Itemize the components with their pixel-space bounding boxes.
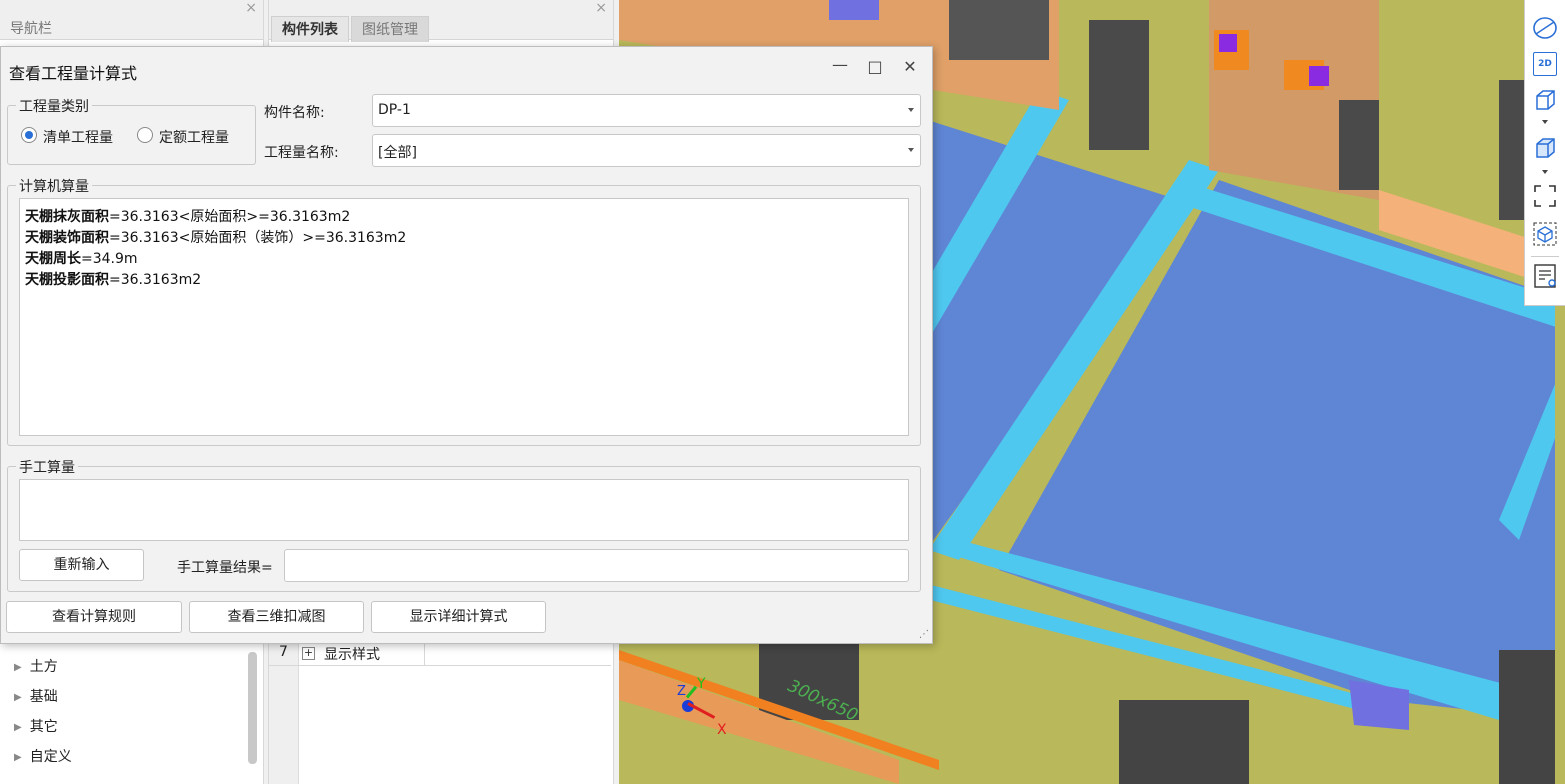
3d-box-solid-icon[interactable] xyxy=(1531,134,1559,162)
view-toolbar: 2D xyxy=(1524,0,1565,306)
property-row[interactable]: 7 + 显示样式 xyxy=(269,642,611,666)
calc-line-name: 天棚装饰面积 xyxy=(25,230,109,246)
manual-result-input[interactable] xyxy=(284,549,909,582)
manual-calc-group: 手工算量 重新输入 手工算量结果= xyxy=(7,457,921,592)
expand-plus-icon[interactable]: + xyxy=(302,647,315,660)
tab-component-list[interactable]: 构件列表 xyxy=(271,16,349,42)
calc-line-formula: =36.3163<原始面积（装饰）>=36.3163m2 xyxy=(109,230,407,246)
computer-calc-legend: 计算机算量 xyxy=(16,176,92,196)
nav-item-earthwork[interactable]: ▶ 土方 xyxy=(14,656,58,676)
fit-selection-icon[interactable] xyxy=(1531,220,1559,248)
calc-line-formula: =34.9m xyxy=(81,251,138,267)
manual-calc-legend: 手工算量 xyxy=(16,457,78,477)
manual-calc-input[interactable] xyxy=(19,479,909,541)
fit-view-icon[interactable] xyxy=(1531,182,1559,210)
axis-z-label: Z xyxy=(677,684,686,699)
dropdown-caret-icon[interactable] xyxy=(1542,170,1548,174)
calc-line-name: 天棚周长 xyxy=(25,251,81,267)
maximize-icon[interactable]: □ xyxy=(865,57,885,76)
component-name-select[interactable]: DP-1 xyxy=(372,94,921,127)
nav-item-other[interactable]: ▶ 其它 xyxy=(14,716,58,736)
nav-item-custom[interactable]: ▶ 自定义 xyxy=(14,746,72,766)
property-row-index: 7 xyxy=(279,644,288,660)
navigation-panel-close-icon[interactable]: × xyxy=(245,0,257,16)
view-3d-deduction-button[interactable]: 查看三维扣减图 xyxy=(189,601,364,633)
component-name-label: 构件名称: xyxy=(264,105,325,121)
computer-calc-output[interactable]: 天棚抹灰面积=36.3163<原始面积>=36.3163m2 天棚装饰面积=36… xyxy=(19,198,909,436)
quantity-name-select[interactable]: [全部] xyxy=(372,134,921,167)
nav-item-label: 自定义 xyxy=(29,749,72,765)
expand-arrow-icon[interactable]: ▶ xyxy=(14,662,22,673)
quantity-type-legend: 工程量类别 xyxy=(16,96,92,116)
radio-bill-quantity-label[interactable]: 清单工程量 xyxy=(43,127,113,147)
calc-line: 天棚抹灰面积=36.3163<原始面积>=36.3163m2 xyxy=(25,206,350,226)
component-name-value: DP-1 xyxy=(378,102,411,118)
dialog-title: 查看工程量计算式 xyxy=(9,64,138,83)
dropdown-caret-icon[interactable] xyxy=(1542,120,1548,124)
nav-item-label: 基础 xyxy=(29,689,58,705)
manual-result-label: 手工算量结果= xyxy=(177,560,273,576)
toolbar-divider xyxy=(1531,256,1559,257)
radio-bill-quantity[interactable] xyxy=(21,127,37,143)
properties-icon[interactable] xyxy=(1531,262,1559,290)
radio-quota-quantity-label[interactable]: 定额工程量 xyxy=(159,127,229,147)
quantity-name-value: [全部] xyxy=(378,145,417,161)
property-row-label: 显示样式 xyxy=(324,647,380,663)
navigation-panel-header: 导航栏 × xyxy=(0,0,263,40)
navigation-scrollbar[interactable] xyxy=(248,652,257,764)
expand-arrow-icon[interactable]: ▶ xyxy=(14,692,22,703)
nav-item-label: 其它 xyxy=(29,719,58,735)
axis-gizmo: X Y Z xyxy=(677,676,737,742)
calc-line-formula: =36.3163m2 xyxy=(109,272,202,288)
calc-line-name: 天棚投影面积 xyxy=(25,272,109,288)
component-panel-header: × 构件列表 图纸管理 xyxy=(269,0,613,42)
orbit-icon[interactable] xyxy=(1531,14,1559,42)
reenter-button[interactable]: 重新输入 xyxy=(19,549,144,581)
navigation-panel-title: 导航栏 xyxy=(10,21,52,37)
close-icon[interactable]: ✕ xyxy=(900,57,920,76)
quantity-name-label: 工程量名称: xyxy=(264,145,339,161)
expand-arrow-icon[interactable]: ▶ xyxy=(14,722,22,733)
calc-line: 天棚周长=34.9m xyxy=(25,248,138,268)
computer-calc-group: 计算机算量 天棚抹灰面积=36.3163<原始面积>=36.3163m2 天棚装… xyxy=(7,176,921,446)
tab-drawing-management[interactable]: 图纸管理 xyxy=(351,16,429,42)
minimize-icon[interactable]: — xyxy=(830,55,850,74)
calc-line: 天棚装饰面积=36.3163<原始面积（装饰）>=36.3163m2 xyxy=(25,227,406,247)
axis-y-label: Y xyxy=(697,676,706,692)
quantity-type-group: 工程量类别 清单工程量 定额工程量 xyxy=(7,96,256,165)
3d-box-icon[interactable] xyxy=(1531,86,1559,114)
calc-line-formula: =36.3163<原始面积>=36.3163m2 xyxy=(109,209,351,225)
chevron-down-icon xyxy=(908,148,914,152)
axis-y-arrow-icon xyxy=(685,685,698,699)
view-calc-rules-button[interactable]: 查看计算规则 xyxy=(6,601,182,633)
show-detailed-formula-button[interactable]: 显示详细计算式 xyxy=(371,601,546,633)
nav-item-foundation[interactable]: ▶ 基础 xyxy=(14,686,58,706)
resize-grip-icon[interactable]: ⋰ xyxy=(919,629,929,640)
component-panel-close-icon[interactable]: × xyxy=(595,0,607,16)
expand-arrow-icon[interactable]: ▶ xyxy=(14,752,22,763)
chevron-down-icon xyxy=(908,108,914,112)
calc-line: 天棚投影面积=36.3163m2 xyxy=(25,269,201,289)
2d-view-icon[interactable]: 2D xyxy=(1533,52,1557,76)
property-column-divider xyxy=(424,642,425,666)
radio-quota-quantity[interactable] xyxy=(137,127,153,143)
calc-line-name: 天棚抹灰面积 xyxy=(25,209,109,225)
axis-x-label: X xyxy=(717,722,727,738)
quantity-formula-dialog: 查看工程量计算式 — □ ✕ 工程量类别 清单工程量 定额工程量 构件名称: D… xyxy=(0,46,933,644)
nav-item-label: 土方 xyxy=(29,659,58,675)
